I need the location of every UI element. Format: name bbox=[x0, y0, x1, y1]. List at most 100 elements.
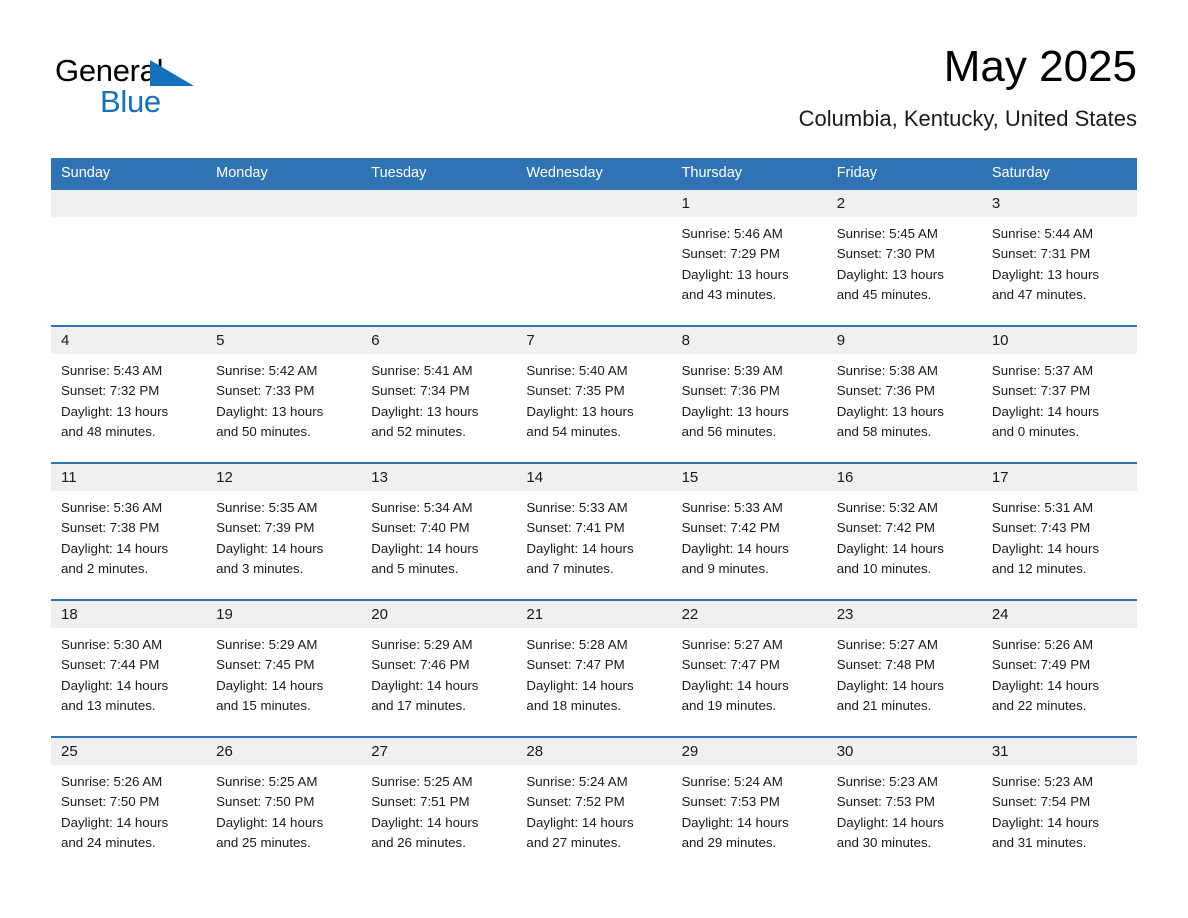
day-number[interactable]: 7 bbox=[516, 327, 671, 354]
day-number[interactable]: 21 bbox=[516, 601, 671, 628]
day-number[interactable]: 28 bbox=[516, 738, 671, 765]
day-cell[interactable]: Sunrise: 5:36 AM Sunset: 7:38 PM Dayligh… bbox=[51, 491, 206, 599]
day-number[interactable]: 31 bbox=[982, 738, 1137, 765]
weekday-header-tuesday: Tuesday bbox=[371, 165, 427, 181]
day-cell[interactable]: Sunrise: 5:23 AM Sunset: 7:54 PM Dayligh… bbox=[982, 765, 1137, 873]
weekday-header-row: Sunday Monday Tuesday Wednesday Thursday… bbox=[51, 158, 1137, 188]
day-number[interactable] bbox=[516, 190, 671, 217]
day-number[interactable]: 10 bbox=[982, 327, 1137, 354]
day-number[interactable]: 12 bbox=[206, 464, 361, 491]
day-cell[interactable]: Sunrise: 5:38 AM Sunset: 7:36 PM Dayligh… bbox=[827, 354, 982, 462]
sunrise-text: Sunrise: 5:25 AM bbox=[371, 774, 473, 789]
day-number[interactable]: 25 bbox=[51, 738, 206, 765]
day-number[interactable]: 9 bbox=[827, 327, 982, 354]
day-number[interactable]: 29 bbox=[672, 738, 827, 765]
day-number[interactable]: 6 bbox=[361, 327, 516, 354]
sunrise-text: Sunrise: 5:35 AM bbox=[216, 500, 318, 515]
generalblue-logo[interactable]: General Blue bbox=[55, 54, 215, 124]
day-number[interactable]: 14 bbox=[516, 464, 671, 491]
day-cell[interactable]: Sunrise: 5:23 AM Sunset: 7:53 PM Dayligh… bbox=[827, 765, 982, 873]
day-cell[interactable]: Sunrise: 5:46 AM Sunset: 7:29 PM Dayligh… bbox=[672, 217, 827, 325]
day-number[interactable]: 23 bbox=[827, 601, 982, 628]
sunrise-text: Sunrise: 5:37 AM bbox=[991, 363, 1094, 378]
day-cell[interactable]: Sunrise: 5:30 AM Sunset: 7:44 PM Dayligh… bbox=[51, 628, 206, 736]
day-cell[interactable]: Sunrise: 5:25 AM Sunset: 7:51 PM Dayligh… bbox=[361, 765, 516, 873]
day-number[interactable]: 16 bbox=[827, 464, 982, 491]
sunset-text: Sunset: 7:53 PM bbox=[836, 794, 936, 810]
daylight-text-line1: Daylight: 14 hours bbox=[836, 540, 944, 556]
day-number[interactable]: 19 bbox=[206, 601, 361, 628]
sunset-text: Sunset: 7:34 PM bbox=[371, 383, 470, 399]
day-cell[interactable]: Sunrise: 5:27 AM Sunset: 7:47 PM Dayligh… bbox=[672, 628, 827, 736]
day-number[interactable]: 27 bbox=[361, 738, 516, 765]
day-number[interactable]: 4 bbox=[51, 327, 206, 354]
day-number[interactable] bbox=[206, 190, 361, 217]
week-day-number-band: 18 19 20 21 22 23 24 bbox=[51, 601, 1137, 628]
day-cell[interactable] bbox=[516, 217, 671, 325]
sunset-text: Sunset: 7:41 PM bbox=[526, 520, 625, 536]
day-cell[interactable]: Sunrise: 5:33 AM Sunset: 7:42 PM Dayligh… bbox=[672, 491, 827, 599]
day-number[interactable] bbox=[361, 190, 516, 217]
day-number[interactable]: 24 bbox=[982, 601, 1137, 628]
logo-text-blue: Blue bbox=[100, 84, 161, 119]
day-cell[interactable]: Sunrise: 5:45 AM Sunset: 7:30 PM Dayligh… bbox=[827, 217, 982, 325]
day-cell[interactable] bbox=[51, 217, 206, 325]
day-cell[interactable]: Sunrise: 5:44 AM Sunset: 7:31 PM Dayligh… bbox=[982, 217, 1137, 325]
day-cell[interactable]: Sunrise: 5:37 AM Sunset: 7:37 PM Dayligh… bbox=[982, 354, 1137, 462]
day-number[interactable]: 20 bbox=[361, 601, 516, 628]
day-cell[interactable]: Sunrise: 5:26 AM Sunset: 7:49 PM Dayligh… bbox=[982, 628, 1137, 736]
day-cell[interactable]: Sunrise: 5:29 AM Sunset: 7:46 PM Dayligh… bbox=[361, 628, 516, 736]
logo-text-general: General bbox=[55, 53, 164, 88]
day-cell[interactable]: Sunrise: 5:41 AM Sunset: 7:34 PM Dayligh… bbox=[361, 354, 516, 462]
page-header: General Blue May 2025 Columbia, Kentucky… bbox=[51, 40, 1137, 152]
calendar-page: General Blue May 2025 Columbia, Kentucky… bbox=[0, 0, 1188, 918]
sunrise-text: Sunrise: 5:25 AM bbox=[216, 774, 318, 789]
day-cell[interactable]: Sunrise: 5:32 AM Sunset: 7:42 PM Dayligh… bbox=[827, 491, 982, 599]
day-cell[interactable]: Sunrise: 5:33 AM Sunset: 7:41 PM Dayligh… bbox=[516, 491, 671, 599]
day-number[interactable]: 26 bbox=[206, 738, 361, 765]
sunset-text: Sunset: 7:40 PM bbox=[371, 520, 470, 536]
day-cell[interactable]: Sunrise: 5:31 AM Sunset: 7:43 PM Dayligh… bbox=[982, 491, 1137, 599]
day-cell[interactable]: Sunrise: 5:34 AM Sunset: 7:40 PM Dayligh… bbox=[361, 491, 516, 599]
day-cell[interactable]: Sunrise: 5:35 AM Sunset: 7:39 PM Dayligh… bbox=[206, 491, 361, 599]
day-number[interactable]: 1 bbox=[672, 190, 827, 217]
day-number[interactable]: 2 bbox=[827, 190, 982, 217]
daylight-text-line2: and 22 minutes. bbox=[991, 697, 1087, 713]
day-cell[interactable]: Sunrise: 5:39 AM Sunset: 7:36 PM Dayligh… bbox=[672, 354, 827, 462]
day-cell[interactable]: Sunrise: 5:29 AM Sunset: 7:45 PM Dayligh… bbox=[206, 628, 361, 736]
day-cell[interactable]: Sunrise: 5:40 AM Sunset: 7:35 PM Dayligh… bbox=[516, 354, 671, 462]
day-number[interactable]: 8 bbox=[672, 327, 827, 354]
day-number[interactable] bbox=[51, 190, 206, 217]
sunset-text: Sunset: 7:47 PM bbox=[681, 657, 780, 673]
day-number[interactable]: 3 bbox=[982, 190, 1137, 217]
week-day-number-band: 1 2 3 bbox=[51, 190, 1137, 217]
day-cell[interactable]: Sunrise: 5:27 AM Sunset: 7:48 PM Dayligh… bbox=[827, 628, 982, 736]
sunrise-text: Sunrise: 5:33 AM bbox=[681, 500, 783, 515]
day-cell[interactable]: Sunrise: 5:24 AM Sunset: 7:52 PM Dayligh… bbox=[516, 765, 671, 873]
day-cell[interactable] bbox=[206, 217, 361, 325]
day-number[interactable]: 18 bbox=[51, 601, 206, 628]
day-number[interactable]: 30 bbox=[827, 738, 982, 765]
daylight-text-line2: and 24 minutes. bbox=[61, 834, 156, 850]
day-number[interactable]: 17 bbox=[982, 464, 1137, 491]
day-number[interactable]: 5 bbox=[206, 327, 361, 354]
day-number[interactable]: 15 bbox=[672, 464, 827, 491]
day-cell[interactable]: Sunrise: 5:24 AM Sunset: 7:53 PM Dayligh… bbox=[672, 765, 827, 873]
day-cell[interactable]: Sunrise: 5:26 AM Sunset: 7:50 PM Dayligh… bbox=[51, 765, 206, 873]
day-cell[interactable] bbox=[361, 217, 516, 325]
daylight-text-line1: Daylight: 14 hours bbox=[526, 677, 634, 693]
daylight-text-line1: Daylight: 14 hours bbox=[371, 540, 479, 556]
week-row: 11 12 13 14 15 16 17 Sunrise: 5:36 AM Su… bbox=[51, 462, 1137, 599]
week-row: 4 5 6 7 8 9 10 Sunrise: 5:43 AM Sunset: … bbox=[51, 325, 1137, 462]
weekday-header-friday: Friday bbox=[836, 165, 877, 181]
sunrise-text: Sunrise: 5:39 AM bbox=[681, 363, 783, 378]
day-cell[interactable]: Sunrise: 5:25 AM Sunset: 7:50 PM Dayligh… bbox=[206, 765, 361, 873]
day-number[interactable]: 13 bbox=[361, 464, 516, 491]
day-cell[interactable]: Sunrise: 5:43 AM Sunset: 7:32 PM Dayligh… bbox=[51, 354, 206, 462]
day-cell[interactable]: Sunrise: 5:42 AM Sunset: 7:33 PM Dayligh… bbox=[206, 354, 361, 462]
daylight-text-line2: and 48 minutes. bbox=[61, 423, 156, 439]
day-cell[interactable]: Sunrise: 5:28 AM Sunset: 7:47 PM Dayligh… bbox=[516, 628, 671, 736]
day-number[interactable]: 11 bbox=[51, 464, 206, 491]
daylight-text-line1: Daylight: 14 hours bbox=[61, 540, 169, 556]
day-number[interactable]: 22 bbox=[672, 601, 827, 628]
